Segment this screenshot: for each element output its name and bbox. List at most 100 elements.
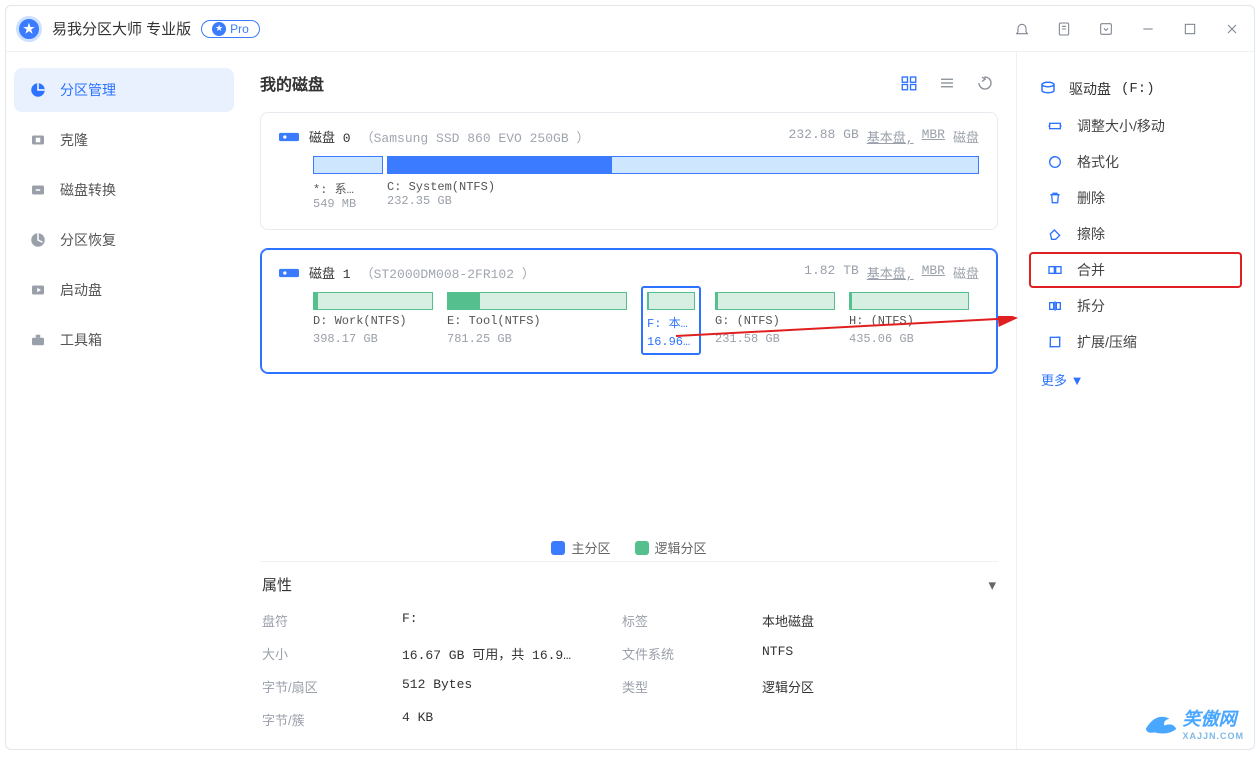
disk-type-link[interactable]: 基本盘,	[867, 127, 914, 146]
disk-model: （Samsung SSD 860 EVO 250GB ）	[361, 127, 590, 146]
partition-label: *: 系…	[313, 180, 383, 197]
partition-item-f-selected[interactable]: F: 本… 16.96…	[641, 286, 701, 355]
titlebar: ★ 易我分区大师 专业版 ★ Pro	[6, 6, 1254, 52]
sidebar-item-clone[interactable]: 克隆	[14, 118, 234, 162]
view-list-icon[interactable]	[934, 70, 960, 96]
view-card-icon[interactable]	[896, 70, 922, 96]
prop-key	[622, 710, 762, 729]
resize-icon	[1045, 116, 1065, 136]
prop-key: 标签	[622, 611, 762, 630]
partition-label: H: (NTFS)	[849, 314, 969, 328]
disk-partstyle-link[interactable]: MBR	[922, 127, 945, 146]
action-label: 拆分	[1077, 296, 1105, 316]
disk-convert-icon	[28, 180, 48, 200]
disk-partstyle-link[interactable]: MBR	[922, 263, 945, 282]
extend-icon	[1045, 332, 1065, 352]
action-format[interactable]: 格式化	[1029, 144, 1242, 180]
star-icon: ★	[212, 22, 226, 36]
action-wipe[interactable]: 擦除	[1029, 216, 1242, 252]
action-label: 合并	[1077, 260, 1105, 280]
actions-title-drive: (F:)	[1121, 81, 1155, 97]
watermark-text: 笑傲网	[1182, 709, 1236, 729]
actions-panel: 驱动盘 (F:) 调整大小/移动 格式化 删除 擦除 合并	[1016, 52, 1254, 749]
legend-logical-swatch	[635, 541, 649, 555]
prop-value: NTFS	[762, 644, 962, 663]
close-button[interactable]	[1220, 17, 1244, 41]
partition-item-d[interactable]: D: Work(NTFS) 398.17 GB	[313, 292, 433, 355]
prop-value: 逻辑分区	[762, 677, 962, 696]
app-logo-icon: ★	[16, 16, 42, 42]
sidebar-item-partition-manage[interactable]: 分区管理	[14, 68, 234, 112]
partition-item-g[interactable]: G: (NTFS) 231.58 GB	[715, 292, 835, 355]
disk-model: （ST2000DM008-2FR102 ）	[361, 263, 535, 282]
refresh-icon[interactable]	[972, 70, 998, 96]
sidebar-item-bootdisk[interactable]: 启动盘	[14, 268, 234, 312]
partition-size: 232.35 GB	[387, 194, 495, 208]
prop-value: 512 Bytes	[402, 677, 622, 696]
action-label: 格式化	[1077, 152, 1119, 172]
partition-label: D: Work(NTFS)	[313, 314, 433, 328]
partition-label: F: 本…	[647, 314, 695, 331]
sidebar-item-convert[interactable]: 磁盘转换	[14, 168, 234, 212]
partition-item-e[interactable]: E: Tool(NTFS) 781.25 GB	[447, 292, 627, 355]
sidebar-item-label: 克隆	[60, 130, 88, 150]
disk-panel-0[interactable]: 磁盘 0 （Samsung SSD 860 EVO 250GB ） 232.88…	[260, 112, 998, 230]
sidebar-item-toolbox[interactable]: 工具箱	[14, 318, 234, 362]
prop-value: 16.67 GB 可用，共 16.9…	[402, 644, 622, 663]
action-merge[interactable]: 合并	[1029, 252, 1242, 288]
prop-value: 本地磁盘	[762, 611, 962, 630]
partition-size: 549 MB	[313, 197, 383, 211]
main-heading: 我的磁盘	[260, 71, 324, 95]
partition-item-h[interactable]: H: (NTFS) 435.06 GB	[849, 292, 969, 355]
clone-icon	[28, 130, 48, 150]
wipe-icon	[1045, 224, 1065, 244]
split-icon	[1045, 296, 1065, 316]
boot-disk-icon	[28, 280, 48, 300]
disk-name: 磁盘 1	[309, 263, 351, 282]
partition-bar[interactable]	[313, 156, 383, 174]
task-panel-icon[interactable]	[1094, 17, 1118, 41]
prop-key: 盘符	[262, 611, 402, 630]
legend-logical-label: 逻辑分区	[655, 538, 707, 557]
legend-primary-swatch	[551, 541, 565, 555]
prop-key: 字节/簇	[262, 710, 402, 729]
bell-icon[interactable]	[1010, 17, 1034, 41]
action-delete[interactable]: 删除	[1029, 180, 1242, 216]
actions-more[interactable]: 更多 ▼	[1021, 360, 1250, 399]
format-icon	[1045, 152, 1065, 172]
action-split[interactable]: 拆分	[1029, 288, 1242, 324]
sidebar-item-label: 磁盘转换	[60, 180, 116, 200]
prop-key: 字节/扇区	[262, 677, 402, 696]
actions-title-prefix: 驱动盘	[1069, 79, 1111, 99]
properties-title: 属性	[262, 574, 292, 595]
pie-icon	[28, 80, 48, 100]
partition-bar[interactable]	[387, 156, 979, 174]
minimize-button[interactable]	[1136, 17, 1160, 41]
sidebar-item-label: 工具箱	[60, 330, 102, 350]
disk-noun: 磁盘	[953, 263, 979, 282]
prop-value: 4 KB	[402, 710, 622, 729]
app-title: 易我分区大师 专业版	[52, 18, 191, 39]
partition-label: C: System(NTFS)	[387, 180, 495, 194]
watermark: 笑傲网 XAJJN.COM	[1144, 705, 1244, 741]
drive-icon	[279, 130, 299, 144]
action-resize-move[interactable]: 调整大小/移动	[1029, 108, 1242, 144]
action-extend-shrink[interactable]: 扩展/压缩	[1029, 324, 1242, 360]
action-label: 删除	[1077, 188, 1105, 208]
sidebar-item-label: 启动盘	[60, 280, 102, 300]
disk-panel-1[interactable]: 磁盘 1 （ST2000DM008-2FR102 ） 1.82 TB 基本盘, …	[260, 248, 998, 374]
partition-size: 781.25 GB	[447, 332, 627, 346]
sidebar-item-recover[interactable]: 分区恢复	[14, 218, 234, 262]
disk-size: 1.82 TB	[804, 263, 859, 282]
sidebar: 分区管理 克隆 磁盘转换 分区恢复 启动盘 工具箱	[6, 52, 242, 749]
partition-size: 398.17 GB	[313, 332, 433, 346]
pro-label: Pro	[230, 22, 249, 36]
partition-label: E: Tool(NTFS)	[447, 314, 627, 328]
notes-icon[interactable]	[1052, 17, 1076, 41]
maximize-button[interactable]	[1178, 17, 1202, 41]
action-label: 调整大小/移动	[1077, 116, 1165, 136]
prop-key: 大小	[262, 644, 402, 663]
properties-header[interactable]: 属性 ▾	[260, 561, 998, 607]
disk-name: 磁盘 0	[309, 127, 351, 146]
disk-type-link[interactable]: 基本盘,	[867, 263, 914, 282]
